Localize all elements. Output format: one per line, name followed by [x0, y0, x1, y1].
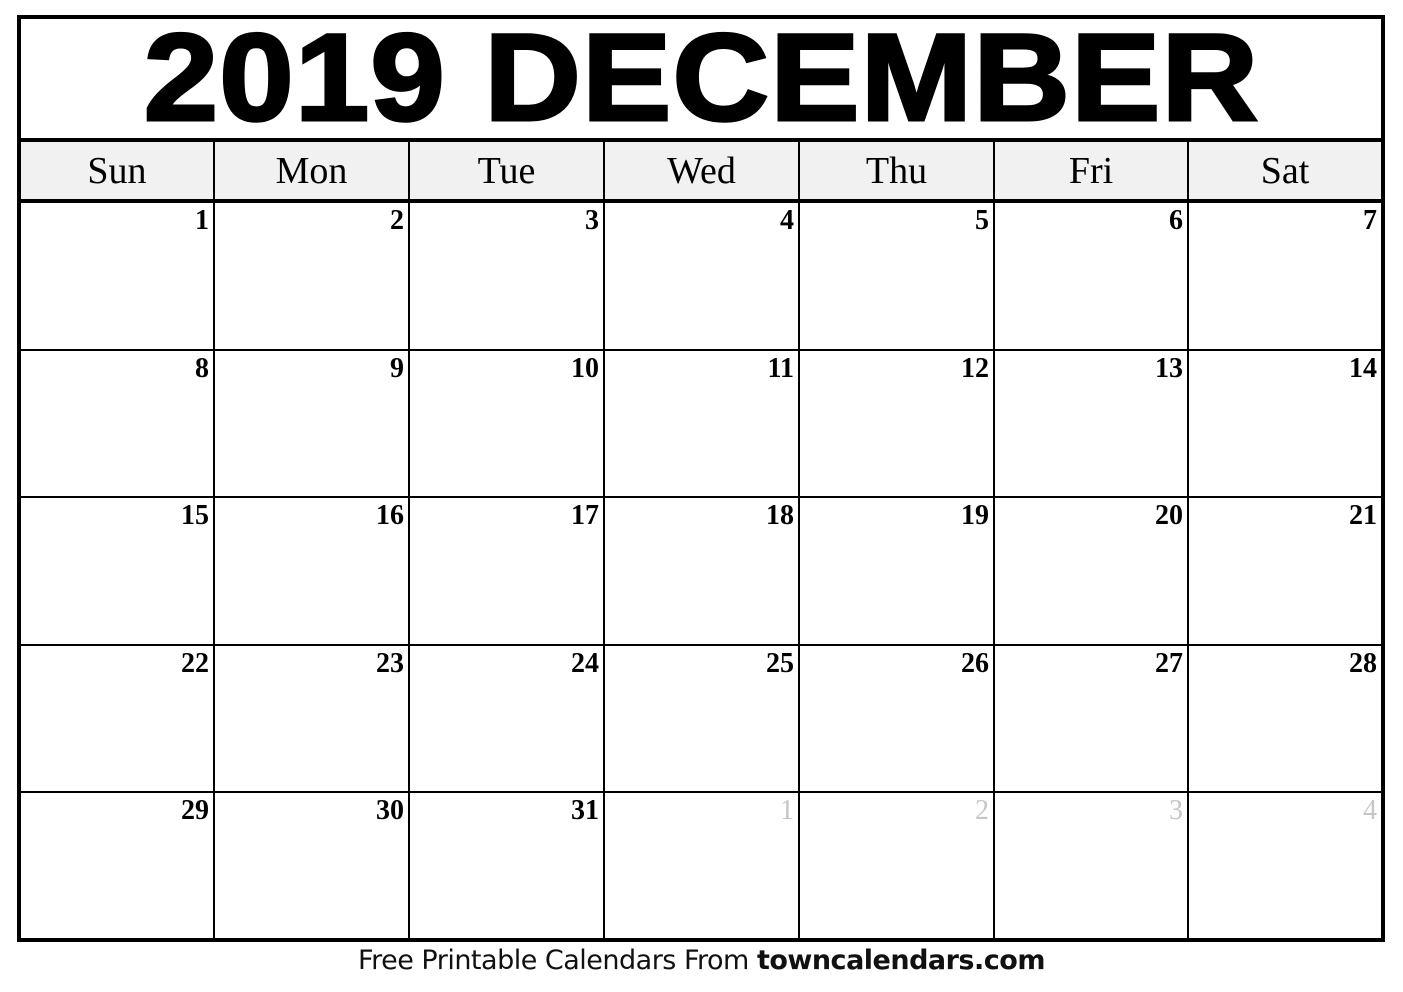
day-cell[interactable]: 29: [21, 793, 215, 941]
day-cell[interactable]: 16: [215, 498, 410, 644]
day-number: 24: [571, 647, 599, 679]
day-number: 1: [195, 205, 209, 236]
day-cell[interactable]: 25: [605, 645, 800, 792]
day-number: 4: [1363, 795, 1377, 827]
day-cell[interactable]: 24: [410, 645, 605, 792]
day-cell[interactable]: 21: [1189, 498, 1381, 644]
day-number: 28: [1349, 647, 1377, 679]
week-row: 22 23 24 25 26 27 28: [21, 645, 1381, 794]
day-number: 21: [1349, 500, 1377, 532]
day-number: 26: [961, 647, 989, 679]
calendar-title: 2019 DECEMBER: [142, 8, 1260, 147]
day-number: 20: [1155, 500, 1183, 532]
day-cell-next-month[interactable]: 4: [1189, 793, 1381, 941]
weekday-fri: Fri: [995, 142, 1189, 199]
day-cell[interactable]: 30: [215, 793, 410, 941]
footer-prefix: Free Printable Calendars From: [358, 945, 757, 976]
day-cell[interactable]: 13: [995, 350, 1189, 497]
weekday-header-row: Sun Mon Tue Wed Thu Fri Sat: [21, 142, 1381, 203]
day-number: 9: [390, 352, 404, 384]
day-number: 15: [181, 500, 209, 532]
day-cell[interactable]: 11: [605, 350, 800, 497]
day-number: 17: [571, 500, 599, 532]
day-cell-next-month[interactable]: 2: [800, 793, 995, 941]
day-number: 27: [1155, 647, 1183, 679]
day-number: 29: [181, 795, 209, 827]
day-number: 3: [1169, 795, 1183, 827]
day-number: 19: [961, 500, 989, 532]
day-cell[interactable]: 20: [995, 498, 1189, 644]
weekday-thu: Thu: [800, 142, 995, 199]
day-number: 25: [766, 647, 794, 679]
day-number: 10: [571, 352, 599, 384]
calendar: 2019 DECEMBER Sun Mon Tue Wed Thu Fri Sa…: [17, 8, 1385, 942]
footer-site-link[interactable]: towncalendars.com: [757, 945, 1046, 976]
day-cell[interactable]: 17: [410, 498, 605, 644]
day-cell[interactable]: 6: [995, 203, 1189, 349]
day-cell[interactable]: 23: [215, 645, 410, 792]
day-number: 13: [1155, 352, 1183, 384]
weekday-tue: Tue: [410, 142, 605, 199]
weekday-wed: Wed: [605, 142, 800, 199]
day-number: 2: [975, 795, 989, 827]
day-cell[interactable]: 9: [215, 350, 410, 497]
day-cell[interactable]: 31: [410, 793, 605, 941]
weekday-sat: Sat: [1260, 149, 1310, 192]
weekday-sun: Sun: [21, 142, 215, 199]
week-row: 1 2 3 4 5 6 7: [21, 203, 1381, 351]
day-cell[interactable]: 7: [1189, 203, 1381, 349]
day-cell[interactable]: 22: [21, 645, 215, 792]
day-cell[interactable]: 19: [800, 498, 995, 644]
day-number: 5: [975, 205, 989, 236]
day-number: 6: [1169, 205, 1183, 236]
day-number: 8: [195, 352, 209, 384]
day-number: 14: [1349, 352, 1377, 384]
day-cell[interactable]: 8: [21, 350, 215, 497]
day-number: 2: [390, 205, 404, 236]
day-grid: 1 2 3 4 5 6 7 8 9 10 11 12 13 14 15 16 17 18 19 20 21 22 23 24 2…: [21, 203, 1381, 941]
day-number: 11: [767, 352, 794, 384]
day-cell[interactable]: 3: [410, 203, 605, 349]
day-number: 30: [376, 795, 404, 827]
day-cell[interactable]: 2: [215, 203, 410, 349]
day-number: 31: [571, 795, 599, 827]
day-cell[interactable]: 27: [995, 645, 1189, 792]
day-cell[interactable]: 14: [1189, 351, 1381, 497]
day-number: 7: [1363, 205, 1377, 236]
week-row: 29 30 31 1 2 3 4: [21, 793, 1381, 941]
day-cell[interactable]: 10: [410, 350, 605, 497]
day-number: 3: [585, 205, 599, 236]
title-bar: 2019 DECEMBER: [21, 8, 1381, 147]
day-cell[interactable]: 5: [800, 203, 995, 349]
day-number: 18: [766, 500, 794, 532]
footer-credit: Free Printable Calendars From towncalend…: [0, 945, 1403, 976]
day-number: 12: [961, 352, 989, 384]
day-cell-next-month[interactable]: 3: [995, 793, 1189, 941]
week-row: 8 9 10 11 12 13 14: [21, 350, 1381, 499]
day-number: 22: [181, 647, 209, 679]
day-cell[interactable]: 1: [21, 203, 215, 349]
day-number: 16: [376, 500, 404, 532]
day-cell-next-month[interactable]: 1: [605, 793, 800, 941]
day-cell[interactable]: 15: [21, 498, 215, 644]
week-row: 15 16 17 18 19 20 21: [21, 498, 1381, 646]
day-cell[interactable]: 18: [605, 498, 800, 644]
day-number: 4: [780, 205, 794, 236]
day-cell[interactable]: 28: [1189, 646, 1381, 792]
day-cell[interactable]: 12: [800, 350, 995, 497]
weekday-mon: Mon: [215, 142, 410, 199]
day-number: 1: [780, 795, 794, 827]
day-cell[interactable]: 4: [605, 203, 800, 349]
day-cell[interactable]: 26: [800, 645, 995, 792]
day-number: 23: [376, 647, 404, 679]
